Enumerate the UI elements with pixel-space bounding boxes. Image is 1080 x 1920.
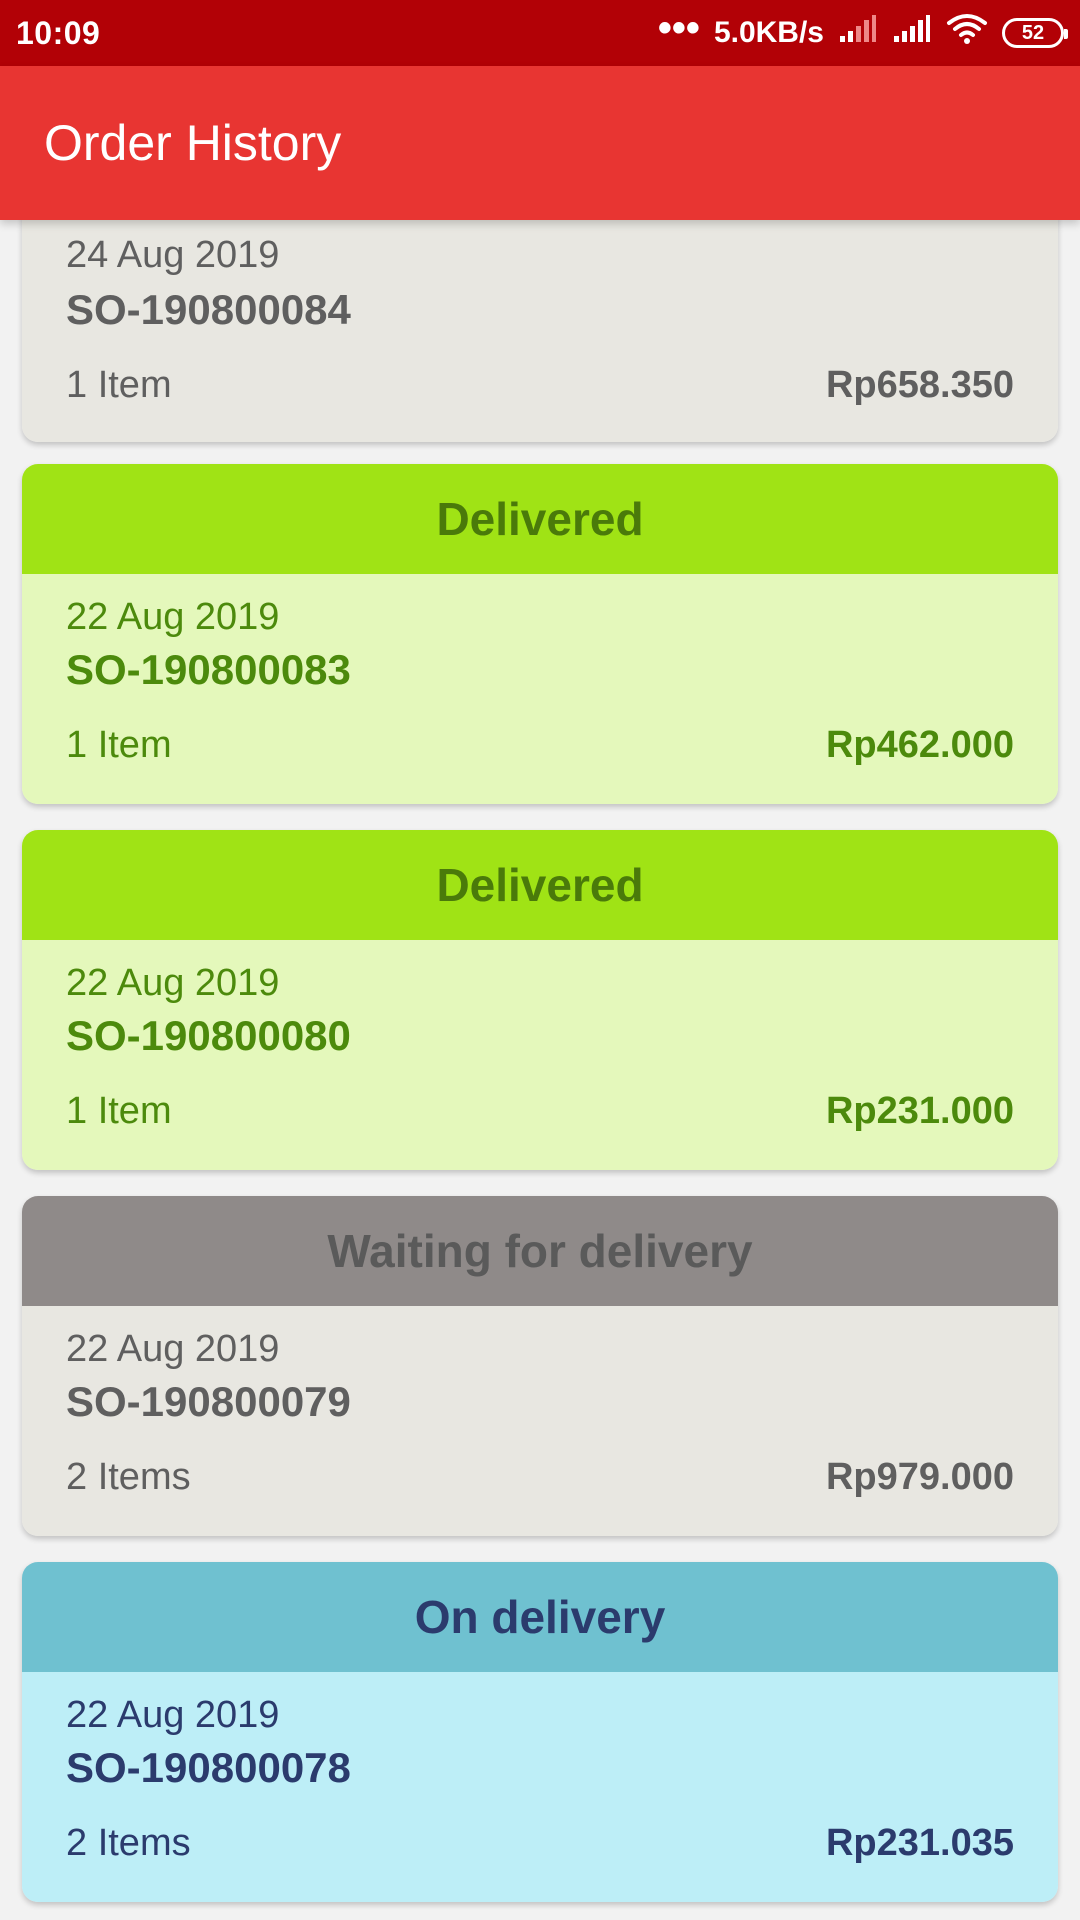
order-list[interactable]: 24 Aug 2019 SO-190800084 1 Item Rp658.35…: [0, 220, 1080, 1920]
order-item-count: 1 Item: [66, 364, 172, 406]
order-item-count: 2 Items: [66, 1822, 191, 1864]
order-card-body: 22 Aug 2019 SO-190800078 2 Items Rp231.0…: [22, 1672, 1058, 1902]
order-card[interactable]: Delivered 22 Aug 2019 SO-190800080 1 Ite…: [22, 830, 1058, 1170]
battery-icon: 52: [1002, 18, 1068, 48]
order-status-header: On delivery: [22, 1562, 1058, 1672]
order-item-count: 2 Items: [66, 1456, 191, 1498]
order-total: Rp231.000: [825, 1090, 1014, 1132]
order-card[interactable]: Delivered 22 Aug 2019 SO-190800083 1 Ite…: [22, 464, 1058, 804]
order-total: Rp462.000: [825, 724, 1014, 766]
order-total: Rp231.035: [825, 1822, 1014, 1864]
order-card[interactable]: 24 Aug 2019 SO-190800084 1 Item Rp658.35…: [22, 220, 1058, 442]
order-date: 22 Aug 2019: [66, 962, 280, 1004]
order-total: Rp979.000: [825, 1456, 1014, 1498]
app-bar: Order History: [0, 66, 1080, 220]
order-item-count: 1 Item: [66, 724, 172, 766]
order-total: Rp658.350: [825, 364, 1014, 406]
status-icons: ••• 5.0KB/s 52: [658, 8, 1068, 53]
order-id: SO-190800080: [66, 1012, 351, 1059]
order-card-body: 22 Aug 2019 SO-190800079 2 Items Rp979.0…: [22, 1306, 1058, 1536]
order-id: SO-190800083: [66, 646, 351, 693]
signal-icon: [838, 14, 878, 52]
order-card-body: 22 Aug 2019 SO-190800080 1 Item Rp231.00…: [22, 940, 1058, 1170]
status-time: 10:09: [16, 14, 101, 51]
network-speed: 5.0KB/s: [713, 16, 824, 49]
order-card-body: 22 Aug 2019 SO-190800083 1 Item Rp462.00…: [22, 574, 1058, 804]
order-status-header: Delivered: [22, 464, 1058, 574]
order-date: 22 Aug 2019: [66, 1328, 280, 1370]
order-status-header: Delivered: [22, 830, 1058, 940]
order-date: 22 Aug 2019: [66, 596, 280, 638]
order-id: SO-190800078: [66, 1744, 351, 1791]
status-bar: 10:09 ••• 5.0KB/s 52: [0, 0, 1080, 66]
signal-icon: [892, 14, 932, 52]
page-title: Order History: [44, 115, 342, 171]
wifi-icon: [946, 13, 988, 53]
order-status-header: Waiting for delivery: [22, 1196, 1058, 1306]
order-date: 24 Aug 2019: [66, 234, 280, 276]
order-card[interactable]: Waiting for delivery 22 Aug 2019 SO-1908…: [22, 1196, 1058, 1536]
order-id: SO-190800079: [66, 1378, 351, 1425]
order-item-count: 1 Item: [66, 1090, 172, 1132]
more-notifications-icon: •••: [657, 6, 700, 50]
order-card-body: 24 Aug 2019 SO-190800084 1 Item Rp658.35…: [22, 220, 1058, 442]
order-date: 22 Aug 2019: [66, 1694, 280, 1736]
order-id: SO-190800084: [66, 286, 351, 333]
order-card[interactable]: On delivery 22 Aug 2019 SO-190800078 2 I…: [22, 1562, 1058, 1902]
